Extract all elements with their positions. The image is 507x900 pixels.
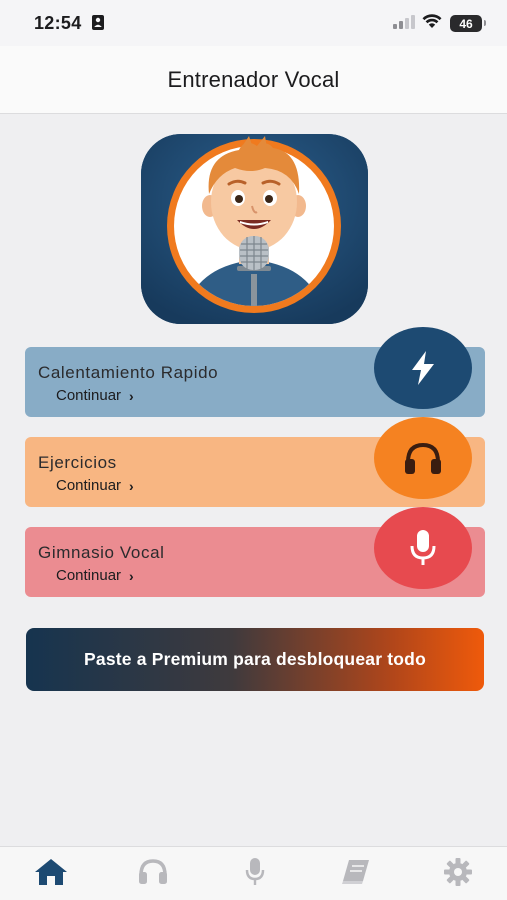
microphone-button[interactable]	[374, 507, 472, 589]
microphone-icon	[410, 530, 436, 565]
tab-bar	[0, 846, 507, 900]
card-title: Calentamiento Rapido	[38, 363, 219, 382]
page-title: Entrenador Vocal	[167, 66, 340, 92]
card-title: Ejercicios	[38, 453, 117, 472]
tab-settings[interactable]	[440, 857, 476, 887]
lightning-bolt-button[interactable]	[374, 327, 472, 409]
navigation-bar: Entrenador Vocal	[0, 46, 507, 114]
continue-label: Continuar	[56, 567, 122, 584]
book-icon	[342, 860, 369, 884]
continue-link[interactable]: Continuar ›	[56, 477, 134, 494]
cellular-signal-icon	[393, 15, 415, 34]
chevron-right-icon: ›	[129, 567, 134, 584]
wifi-icon	[422, 13, 442, 34]
singer-avatar-illustration	[141, 134, 368, 324]
app-logo	[141, 134, 368, 324]
premium-label: Paste a Premium para desbloquear todo	[84, 649, 426, 669]
chevron-right-icon: ›	[129, 387, 134, 404]
gear-icon	[444, 858, 472, 886]
card-title: Gimnasio Vocal	[38, 543, 165, 562]
tab-record[interactable]	[237, 857, 273, 887]
headphones-button[interactable]	[374, 417, 472, 499]
continue-link[interactable]: Continuar ›	[56, 567, 134, 584]
continue-label: Continuar	[56, 477, 122, 494]
premium-upgrade-button[interactable]: Paste a Premium para desbloquear todo	[26, 628, 484, 691]
tab-library[interactable]	[338, 857, 374, 887]
status-bar: 12:54 46	[0, 0, 507, 46]
headphones-icon	[405, 442, 441, 474]
lightning-bolt-icon	[412, 351, 434, 385]
status-time: 12:54	[34, 13, 82, 33]
chevron-right-icon: ›	[129, 477, 134, 494]
contact-card-icon	[92, 15, 104, 35]
continue-label: Continuar	[56, 387, 122, 404]
battery-indicator: 46	[450, 15, 486, 32]
microphone-icon	[245, 858, 265, 885]
tab-home[interactable]	[33, 857, 69, 887]
continue-link[interactable]: Continuar ›	[56, 387, 134, 404]
home-icon	[35, 859, 67, 885]
headphones-icon	[139, 859, 167, 884]
tab-listen[interactable]	[135, 857, 171, 887]
